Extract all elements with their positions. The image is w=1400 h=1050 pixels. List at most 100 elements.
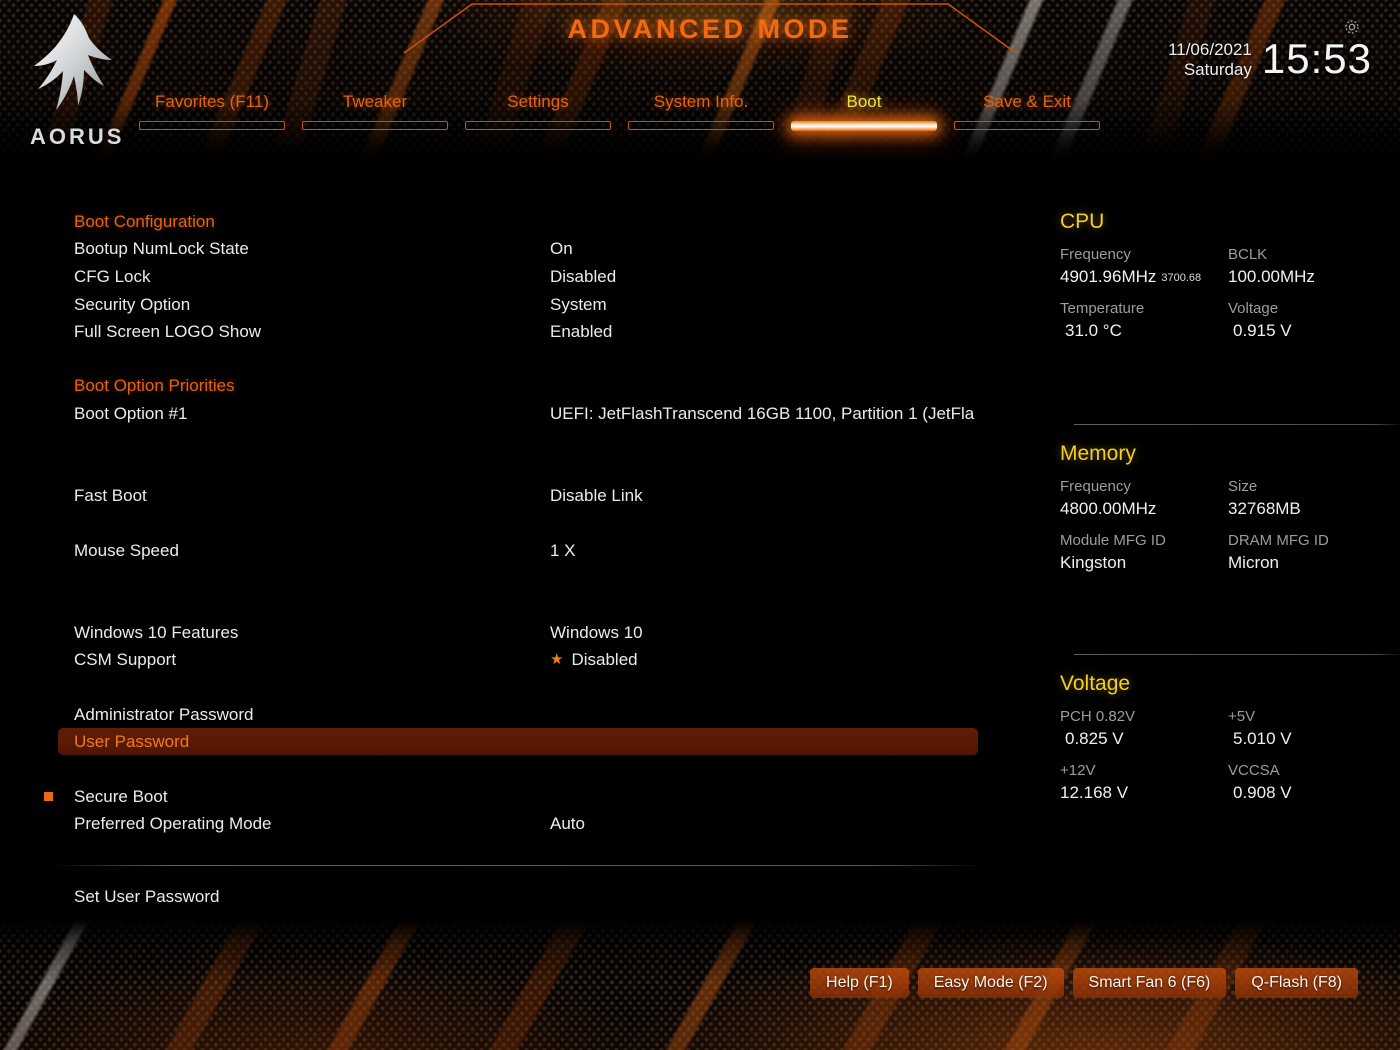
cpu-temperature-label: Temperature [1060,300,1145,317]
memory-size-label: Size [1228,478,1258,495]
tab-boot[interactable]: Boot [791,92,937,131]
cpu-voltage-value: 0.915 V [1233,321,1292,340]
clock-widget: 11/06/2021 Saturday 15:53 [1168,38,1372,80]
row-bootup-numlock-state-value: On [550,238,573,258]
cpu-frequency-sub: 3700.68 [1161,272,1202,284]
tab-tweaker[interactable]: Tweaker [302,92,448,130]
cpu-bclk-label: BCLK [1228,246,1268,263]
voltage-12v-label: +12V [1060,762,1096,779]
row-preferred-operating-mode-value: Auto [550,813,585,833]
memory-frequency-value: 4800.00MHz [1060,499,1157,518]
row-secure-boot-label: Secure Boot [74,786,168,806]
star-icon: ★ [550,651,564,668]
row-mouse-speed-label: Mouse Speed [74,540,179,560]
help-text: Set User Password [74,887,220,906]
memory-dram-mfg-value: Micron [1228,553,1280,572]
row-csm-support[interactable]: CSM Support ★ Disabled [58,646,978,673]
memory-section-title: Memory [1060,442,1136,465]
tab-boot-label: Boot [846,92,882,111]
row-full-screen-logo-show[interactable]: Full Screen LOGO Show Enabled [58,318,978,345]
q-flash-button[interactable]: Q-Flash (F8) [1235,968,1358,998]
body-area: Boot Configuration Bootup NumLock State … [0,160,1400,920]
submenu-bullet-icon [44,792,53,801]
section-boot-option-priorities-label: Boot Option Priorities [74,375,235,395]
voltage-5v-label: +5V [1228,708,1256,725]
row-boot-option-1-value: UEFI: JetFlashTranscend 16GB 1100, Parti… [550,403,975,423]
memory-frequency-label: Frequency [1060,478,1131,495]
memory-module-mfg-label: Module MFG ID [1060,532,1166,549]
tab-favorites-label: Favorites (F11) [155,92,269,111]
section-boot-configuration-label: Boot Configuration [74,211,215,231]
cpu-grid: Frequency BCLK 4901.96MHz 3700.68 100.00M… [1060,246,1386,351]
tab-settings[interactable]: Settings [465,92,611,130]
row-security-option-value: System [550,294,607,314]
date-block: 11/06/2021 Saturday [1168,38,1252,80]
voltage-pch-value: 0.825 V [1065,729,1124,748]
row-csm-support-label: CSM Support [74,649,177,669]
cpu-voltage-label: Voltage [1228,300,1279,317]
cpu-frequency-label: Frequency [1060,246,1131,263]
cpu-section-title: CPU [1060,210,1105,233]
row-cfg-lock-value: Disabled [550,266,617,286]
voltage-5v-value: 5.010 V [1233,729,1292,748]
row-mouse-speed[interactable]: Mouse Speed 1 X [58,537,978,564]
tab-favorites-underline [139,121,285,130]
voltage-vccsa-value: 0.908 V [1233,783,1292,802]
tab-system-info[interactable]: System Info. [628,92,774,130]
help-divider [58,865,978,866]
tab-save-exit-label: Save & Exit [983,92,1071,111]
tab-settings-underline [465,121,611,130]
help-button[interactable]: Help (F1) [810,968,909,998]
tab-save-exit-underline [954,121,1100,130]
tab-tweaker-underline [302,121,448,130]
row-administrator-password-label: Administrator Password [74,704,254,724]
cpu-frequency-value-wrap: 4901.96MHz 3700.68 [1060,267,1228,297]
tab-save-exit[interactable]: Save & Exit [954,92,1100,130]
row-user-password[interactable]: User Password [58,728,978,755]
row-boot-option-1-label: Boot Option #1 [74,403,188,423]
smart-fan-button[interactable]: Smart Fan 6 (F6) [1072,968,1227,998]
row-secure-boot[interactable]: Secure Boot [44,783,978,810]
cpu-temperature-value: 31.0 °C [1065,321,1122,340]
tab-boot-underline [791,121,937,131]
cpu-bclk-value: 100.00MHz [1228,267,1315,286]
footer-bar: Help (F1) Easy Mode (F2) Smart Fan 6 (F6… [0,920,1400,1050]
row-cfg-lock[interactable]: CFG Lock Disabled [58,263,978,290]
gear-icon[interactable] [1342,17,1362,37]
main-nav: Favorites (F11) Tweaker Settings System … [0,92,1400,140]
row-csm-support-value-wrap: ★ Disabled [550,650,638,670]
header-bar: AORUS ADVANCED MODE 11/06/2021 Saturday … [0,0,1400,160]
tab-tweaker-label: Tweaker [342,92,408,111]
voltage-section: Voltage PCH 0.82V +5V 0.825 V 5.010 V +1… [1060,672,1386,813]
row-cfg-lock-label: CFG Lock [74,266,151,286]
easy-mode-button[interactable]: Easy Mode (F2) [917,968,1064,998]
voltage-section-title: Voltage [1060,672,1131,695]
row-bootup-numlock-state-label: Bootup NumLock State [74,238,249,258]
voltage-grid: PCH 0.82V +5V 0.825 V 5.010 V +12V VCCSA… [1060,708,1386,813]
row-administrator-password[interactable]: Administrator Password [58,701,978,728]
tab-favorites[interactable]: Favorites (F11) [139,92,285,130]
row-user-password-label: User Password [74,731,190,751]
memory-grid: Frequency Size 4800.00MHz 32768MB Module… [1060,478,1386,583]
row-preferred-operating-mode-label: Preferred Operating Mode [74,813,272,833]
row-bootup-numlock-state[interactable]: Bootup NumLock State On [58,235,978,262]
row-preferred-operating-mode[interactable]: Preferred Operating Mode Auto [58,810,978,837]
row-security-option[interactable]: Security Option System [58,291,978,318]
cpu-memory-divider [1074,424,1400,425]
time-text: 15:53 [1261,35,1372,82]
row-full-screen-logo-show-value: Enabled [550,321,613,341]
row-windows-10-features-value: Windows 10 [550,622,643,642]
voltage-vccsa-label: VCCSA [1228,762,1280,779]
date-text: 11/06/2021 [1168,40,1252,59]
bios-screen: AORUS ADVANCED MODE 11/06/2021 Saturday … [0,0,1400,1050]
row-windows-10-features[interactable]: Windows 10 Features Windows 10 [58,619,978,646]
row-full-screen-logo-show-label: Full Screen LOGO Show [74,321,262,341]
weekday-text: Saturday [1183,60,1252,80]
memory-section: Memory Frequency Size 4800.00MHz 32768MB… [1060,442,1386,583]
memory-size-value: 32768MB [1228,499,1301,518]
section-boot-option-priorities: Boot Option Priorities [58,372,978,399]
row-boot-option-1[interactable]: Boot Option #1 UEFI: JetFlashTranscend 1… [58,400,978,427]
tab-system-info-label: System Info. [653,92,749,111]
row-fast-boot[interactable]: Fast Boot Disable Link [58,482,978,509]
system-info-panel: CPU Frequency BCLK 4901.96MHz 3700.68 100… [1060,160,1400,920]
